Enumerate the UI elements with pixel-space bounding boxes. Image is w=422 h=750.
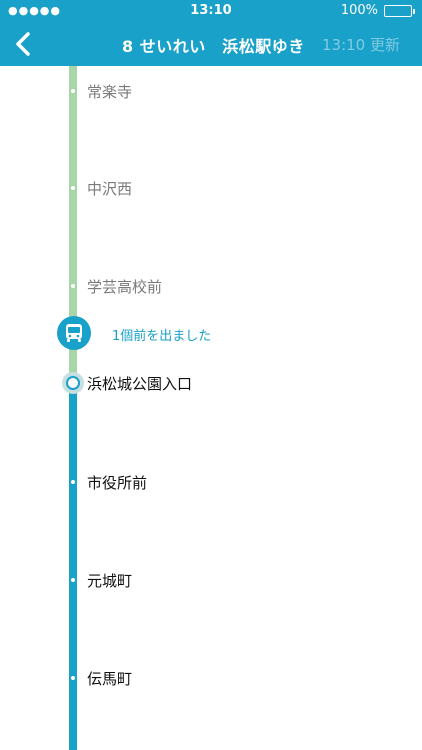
stop-name: 中沢西 (87, 180, 133, 198)
stop-dot (71, 578, 75, 582)
stop-name: 市役所前 (87, 474, 148, 492)
current-stop-name: 浜松城公園入口 (87, 375, 193, 393)
stop-name: 伝馬町 (87, 670, 133, 688)
battery-icon (384, 5, 415, 17)
upcoming-route-line (69, 383, 77, 750)
chevron-left-icon (16, 32, 30, 56)
navigation-bar: 8 せいれい 浜松駅ゆき 13:10 更新 (0, 22, 422, 66)
stop-name: 常楽寺 (87, 83, 133, 101)
bus-status-text: 1個前を出ました (112, 329, 212, 344)
bus-location-marker[interactable] (57, 316, 91, 350)
stop-name: 学芸高校前 (87, 278, 163, 296)
current-stop-marker (66, 376, 80, 390)
stop-dot (71, 89, 75, 93)
stop-name: 元城町 (87, 572, 133, 590)
stop-dot (71, 480, 75, 484)
battery-percentage: 100% (340, 3, 378, 18)
last-updated-text[interactable]: 13:10 更新 (322, 34, 400, 55)
back-button[interactable] (8, 26, 40, 62)
stop-dot (71, 284, 75, 288)
status-bar: ●●●●● 13:10 100% (0, 0, 422, 22)
route-title: 8 せいれい 浜松駅ゆき (122, 37, 305, 56)
route-timeline: 常楽寺 中沢西 学芸高校前 1個前を出ました 浜松城公園入口 市役所前 元城町 … (0, 66, 422, 750)
stop-dot (71, 676, 75, 680)
bus-icon (66, 324, 82, 342)
stop-dot (71, 186, 75, 190)
